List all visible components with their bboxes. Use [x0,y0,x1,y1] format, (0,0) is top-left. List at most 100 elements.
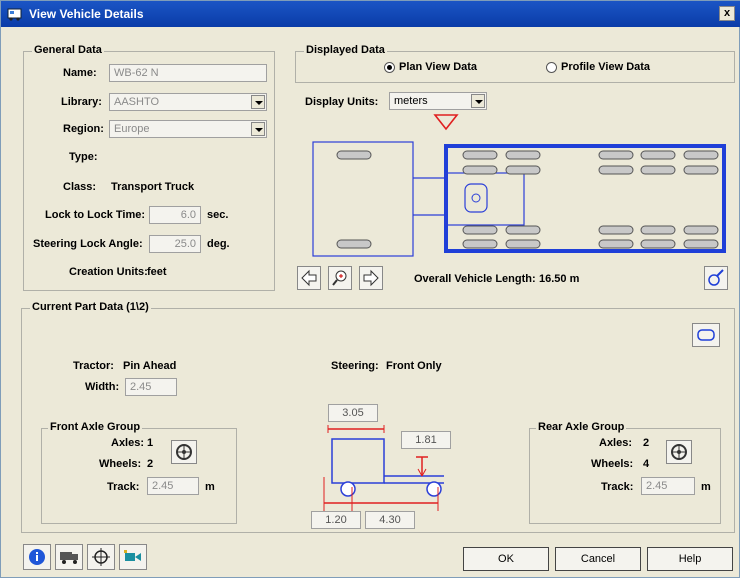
wheel [505,165,541,175]
next-part-button[interactable] [359,266,383,290]
kingpin-icon [464,183,488,213]
overall-length-label: Overall Vehicle Length: [414,273,536,285]
display-units-label: Display Units: [305,96,379,108]
profile-view-label: Profile View Data [561,61,651,73]
wheel [462,239,498,249]
displayed-data-group: Displayed Data [295,44,735,83]
lock-to-lock-field[interactable]: 6.0 [149,206,201,224]
zoom-button[interactable] [328,266,352,290]
width-label: Width: [85,381,120,393]
wheel [683,239,719,249]
info-button[interactable] [23,544,51,570]
vehicle-settings-button[interactable] [704,266,728,290]
wheel-icon [671,444,687,460]
name-label: Name: [63,67,97,79]
front-track-label: Track: [107,481,140,493]
dimension-bottom-left: 1.20 [311,511,361,529]
target-button[interactable] [87,544,115,570]
steering-lock-angle-field[interactable]: 25.0 [149,235,201,253]
wrench-icon [708,269,724,286]
rear-track-field[interactable]: 2.45 [641,477,695,495]
steering-lock-angle-label: Steering Lock Angle: [33,238,143,250]
chevron-down-icon[interactable] [251,122,265,136]
dimension-bottom-right: 4.30 [365,511,415,529]
ok-button[interactable]: OK [463,547,549,571]
info-icon [29,549,45,565]
creation-units-value: feet [147,266,167,278]
front-wheel [340,481,356,497]
region-label: Region: [63,123,104,135]
front-axle-legend: Front Axle Group [48,421,143,433]
tractor-label: Tractor: [73,360,114,372]
wheel [462,165,498,175]
displayed-data-legend: Displayed Data [304,44,387,56]
tractor-value: Pin Ahead [123,360,177,372]
part-shape-button[interactable] [692,323,720,347]
window-title: View Vehicle Details [29,7,144,21]
rear-axles-value: 2 [643,437,650,449]
plan-view-label: Plan View Data [399,61,478,73]
lock-to-lock-label: Lock to Lock Time: [45,209,146,221]
wheel [505,225,541,235]
display-units-select[interactable]: meters [389,92,487,110]
overall-length-value: 16.50 m [539,273,580,285]
front-track-unit: m [205,481,215,493]
region-select[interactable]: Europe [109,120,267,138]
wheel [683,165,719,175]
library-label: Library: [61,96,102,108]
width-field[interactable]: 2.45 [125,378,177,396]
steering-label: Steering: [331,360,379,372]
front-marker-triangle [433,114,459,131]
wheel [640,225,676,235]
wheel [336,239,372,249]
general-data-legend: General Data [32,44,104,56]
wheel-icon [176,444,192,460]
wheel [462,225,498,235]
chevron-down-icon[interactable] [251,95,265,109]
rear-track-label: Track: [601,481,634,493]
video-camera-icon [124,550,141,561]
vehicle-library-button[interactable] [55,544,83,570]
steering-lock-angle-unit: deg. [207,238,230,250]
rear-wheel [426,481,442,497]
plan-view-diagram [312,114,726,257]
wheel [598,150,634,160]
wheel [462,150,498,160]
front-track-field[interactable]: 2.45 [147,477,199,495]
general-data-group: General Data [23,44,275,291]
rear-wheel-settings-button[interactable] [666,440,692,464]
rear-axle-legend: Rear Axle Group [536,421,627,433]
plan-view-radio[interactable] [384,62,395,73]
class-value: Transport Truck [111,181,195,193]
help-button[interactable]: Help [647,547,733,571]
front-wheels-label: Wheels: [99,458,142,470]
view-vehicle-details-dialog: View Vehicle Details x General Data Name… [0,0,740,578]
cancel-button[interactable]: Cancel [555,547,641,571]
camera-button[interactable] [119,544,147,570]
rounded-rect-icon [697,329,715,341]
title-bar: View Vehicle Details x [1,1,740,27]
previous-part-button[interactable] [297,266,321,290]
truck-icon [60,552,78,564]
dimension-top: 3.05 [328,404,378,422]
wheel [598,239,634,249]
library-select[interactable]: AASHTO [109,93,267,111]
wheel [683,150,719,160]
front-wheel-settings-button[interactable] [171,440,197,464]
chevron-down-icon[interactable] [471,94,485,108]
wheel [683,225,719,235]
close-button[interactable]: x [719,6,735,21]
library-value: AASHTO [114,96,160,108]
current-part-data-legend: Current Part Data (1\2) [30,301,151,313]
wheel [505,150,541,160]
wheel [598,165,634,175]
wheel [640,165,676,175]
wheel [640,239,676,249]
rear-axles-label: Axles: [599,437,633,449]
zoom-in-icon [332,270,347,286]
creation-units-label: Creation Units: [69,266,148,278]
name-field[interactable]: WB-62 N [109,64,267,82]
profile-view-radio[interactable] [546,62,557,73]
rear-wheels-value: 4 [643,458,650,470]
region-value: Europe [114,123,150,135]
